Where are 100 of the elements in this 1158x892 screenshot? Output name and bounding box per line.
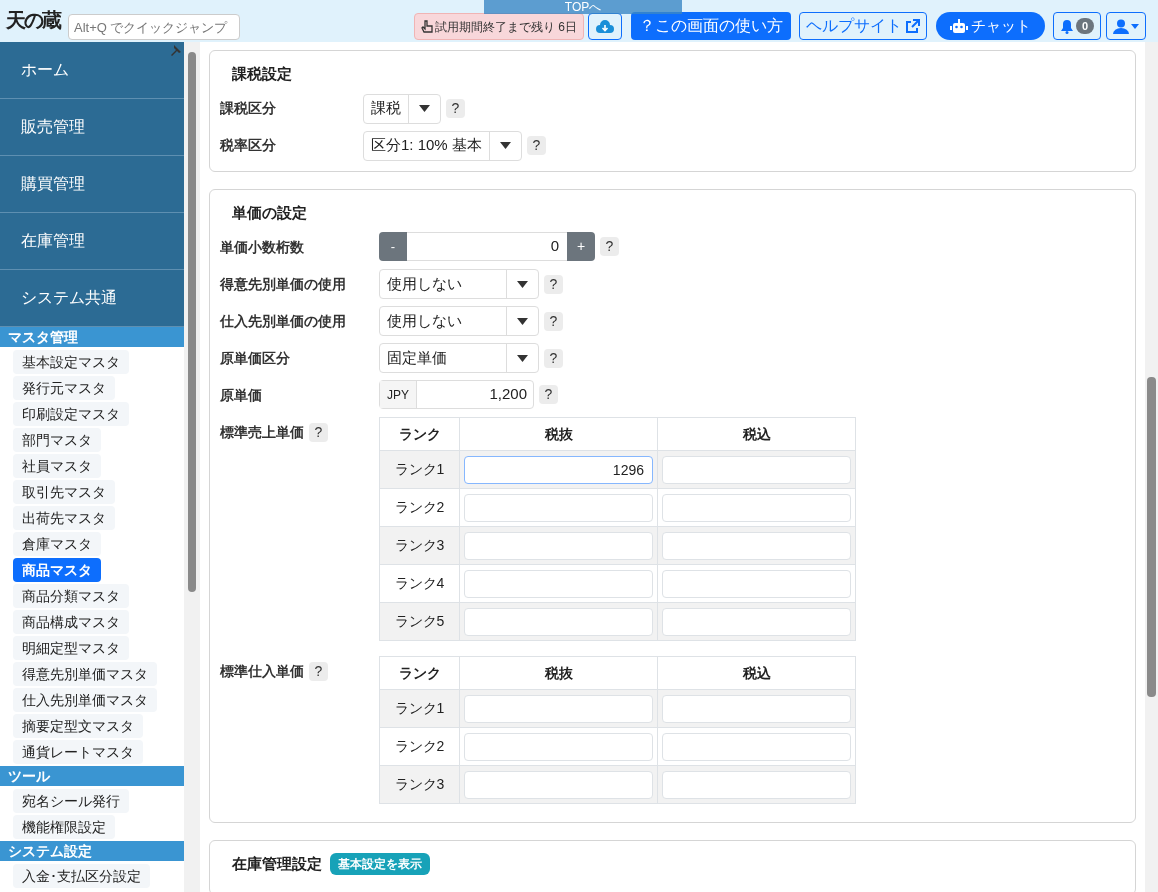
select-field[interactable]: 区分1: 10% 基本 xyxy=(363,130,522,161)
select-field[interactable]: 使用しない xyxy=(379,306,539,336)
user-icon xyxy=(1113,18,1129,34)
field-label: 得意先別単価の使用 xyxy=(220,274,347,294)
sidebar-item[interactable]: 得意先別単価マスタ xyxy=(13,662,157,686)
table-cell: ランク1 xyxy=(379,689,460,728)
help-button[interactable]: ? xyxy=(544,274,563,294)
help-button[interactable]: ? xyxy=(544,348,563,368)
help-button[interactable]: ? xyxy=(446,99,465,118)
number-field[interactable]: 0 xyxy=(407,232,567,261)
sidebar-item[interactable]: 印刷設定マスタ xyxy=(13,402,129,426)
table-input[interactable] xyxy=(464,607,653,636)
sidebar-item[interactable]: 明細定型マスタ xyxy=(13,636,129,660)
nav-item[interactable]: 在庫管理 xyxy=(0,213,184,270)
column-header: 税抜 xyxy=(459,656,658,690)
search-field[interactable]: Alt+Q でクイックジャンプ xyxy=(68,14,240,40)
sidebar-item[interactable]: 入金･支払区分設定 xyxy=(13,864,150,888)
table-input[interactable] xyxy=(464,770,653,799)
decrement-button[interactable]: - xyxy=(379,232,407,261)
logo[interactable]: 天の蔵 xyxy=(6,10,60,30)
caret-icon xyxy=(499,142,511,149)
sidebar-item[interactable]: 摘要定型文マスタ xyxy=(13,714,143,738)
help-button[interactable]: ? xyxy=(600,237,619,256)
nav-item[interactable]: ホーム xyxy=(0,42,184,99)
help-button[interactable]: ? xyxy=(309,661,328,681)
table-cell: ランク2 xyxy=(379,727,460,766)
table-cell: ランク2 xyxy=(379,488,460,527)
sidebar-item[interactable]: 取引先マスタ xyxy=(13,480,115,504)
nav-item[interactable]: システム共通 xyxy=(0,270,184,327)
currency-field[interactable]: JPY 1,200 xyxy=(379,380,534,409)
table-input[interactable] xyxy=(464,569,653,598)
field-label: 標準売上単価 xyxy=(220,422,304,442)
help-site-link[interactable]: ヘルプサイト xyxy=(798,12,927,40)
table-cell: ランク5 xyxy=(379,602,460,641)
table-cell: ランク4 xyxy=(379,564,460,603)
nav-item[interactable]: 販売管理 xyxy=(0,99,184,156)
help-button[interactable]: ? xyxy=(526,136,546,155)
table-input[interactable] xyxy=(662,732,851,761)
trial-notice: 試用期間終了まで残り 6日 xyxy=(434,18,577,36)
user-menu-button[interactable] xyxy=(1106,12,1146,40)
badge: 基本設定を表示 xyxy=(330,853,430,876)
table-cell: ランク1 xyxy=(379,450,460,489)
table-input[interactable] xyxy=(662,531,851,560)
field-label: 課税区分 xyxy=(220,99,277,118)
hand-pointer-icon xyxy=(420,20,433,33)
sidebar-item[interactable]: 倉庫マスタ xyxy=(13,532,101,556)
increment-button[interactable]: + xyxy=(567,232,595,261)
select-field[interactable]: 課税 xyxy=(363,93,441,124)
section-header: ツール xyxy=(0,766,184,786)
table-input[interactable]: 1296 xyxy=(464,455,653,484)
sidebar-item[interactable]: 社員マスタ xyxy=(13,454,101,478)
sidebar-item[interactable]: 商品構成マスタ xyxy=(13,610,129,634)
table-input[interactable] xyxy=(464,493,653,522)
notification-button[interactable]: 0 xyxy=(1052,12,1101,40)
sidebar-item[interactable]: 機能権限設定 xyxy=(13,815,115,839)
sidebar-item[interactable]: 商品分類マスタ xyxy=(13,584,129,608)
select-field[interactable]: 固定単価 xyxy=(379,343,539,373)
nav-item[interactable]: 購買管理 xyxy=(0,156,184,213)
table-input[interactable] xyxy=(662,569,851,598)
table-input[interactable] xyxy=(662,455,851,484)
caret-icon xyxy=(1131,23,1139,29)
help-button[interactable]: ? xyxy=(309,422,328,442)
help-button[interactable]: ？この画面の使い方 xyxy=(630,12,791,40)
notification-count: 0 xyxy=(1075,18,1094,34)
select-field[interactable]: 使用しない xyxy=(379,269,539,299)
caret-icon xyxy=(517,354,528,362)
table-input[interactable] xyxy=(464,694,653,723)
table-input[interactable] xyxy=(464,531,653,560)
caret-icon xyxy=(517,280,528,288)
external-link-icon xyxy=(904,18,920,34)
column-header: 税込 xyxy=(657,417,856,451)
field-label: 単価小数桁数 xyxy=(220,237,305,257)
column-header: ランク xyxy=(379,656,460,690)
sidebar-item[interactable]: 部門マスタ xyxy=(13,428,101,452)
caret-icon xyxy=(419,105,430,112)
scrollbar-thumb[interactable] xyxy=(1147,377,1156,697)
sidebar-item[interactable]: 基本設定マスタ xyxy=(13,350,129,374)
section-header: システム設定 xyxy=(0,841,184,861)
sidebar-item[interactable]: 仕入先別単価マスタ xyxy=(13,688,157,712)
table-cell: ランク3 xyxy=(379,765,460,804)
table-input[interactable] xyxy=(662,694,851,723)
column-header: ランク xyxy=(379,417,460,451)
help-button[interactable]: ? xyxy=(539,385,558,404)
chat-button[interactable]: チャット xyxy=(935,12,1045,40)
table-input[interactable] xyxy=(662,607,851,636)
table-input[interactable] xyxy=(662,493,851,522)
field-label: 仕入先別単価の使用 xyxy=(220,311,347,331)
sidebar-item[interactable]: 発行元マスタ xyxy=(13,376,115,400)
table-cell: ランク3 xyxy=(379,526,460,565)
bell-icon xyxy=(1059,18,1074,34)
sidebar-item[interactable]: 通貨レートマスタ xyxy=(13,740,143,764)
scrollbar-thumb[interactable] xyxy=(188,52,196,592)
sidebar-item[interactable]: 商品マスタ xyxy=(13,558,101,582)
section-header: マスタ管理 xyxy=(0,327,184,347)
table-input[interactable] xyxy=(464,732,653,761)
sidebar-item[interactable]: 出荷先マスタ xyxy=(13,506,115,530)
table-input[interactable] xyxy=(662,770,851,799)
help-button[interactable]: ? xyxy=(544,311,563,331)
amount-input[interactable]: 1,200 xyxy=(417,381,533,408)
sidebar-item[interactable]: 宛名シール発行 xyxy=(13,789,129,813)
